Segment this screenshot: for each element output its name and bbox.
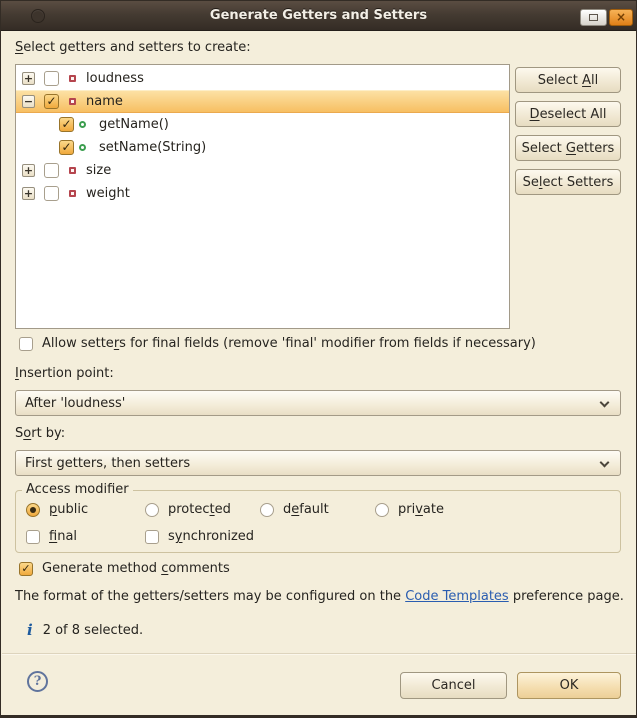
- radio-default[interactable]: default: [260, 502, 329, 517]
- insertion-point-select[interactable]: After 'loudness': [15, 390, 621, 416]
- getter-setter-tree: + loudness − ✓ name ✓ getName() ✓ setNam…: [15, 64, 510, 329]
- code-templates-link[interactable]: Code Templates: [405, 589, 509, 604]
- cancel-button[interactable]: Cancel: [400, 672, 507, 699]
- select-getters-button[interactable]: Select Getters: [515, 135, 621, 161]
- field-icon: [69, 167, 76, 174]
- check-icon: ✓: [21, 563, 30, 574]
- expand-icon[interactable]: +: [22, 187, 35, 200]
- allow-setters-label: Allow setters for final fields (remove '…: [42, 336, 536, 351]
- format-note: The format of the getters/setters may be…: [15, 589, 624, 604]
- checkbox-weight[interactable]: [44, 186, 59, 201]
- access-modifier-title: Access modifier: [22, 482, 133, 497]
- checkbox-getname[interactable]: ✓: [59, 117, 74, 132]
- method-icon: [79, 144, 86, 151]
- tree-item-label: loudness: [86, 71, 144, 86]
- close-button[interactable]: ×: [609, 9, 633, 26]
- status-row: i 2 of 8 selected.: [27, 621, 143, 639]
- tree-row-weight[interactable]: + weight: [16, 182, 509, 205]
- chevron-down-icon: [600, 458, 610, 468]
- deselect-all-button[interactable]: Deselect All: [515, 101, 621, 127]
- titlebar[interactable]: Generate Getters and Setters ×: [1, 1, 636, 31]
- help-button[interactable]: ?: [27, 671, 48, 692]
- sort-by-value: First getters, then setters: [25, 456, 190, 471]
- allow-setters-row: Allow setters for final fields (remove '…: [19, 336, 536, 351]
- sort-by-label: Sort by:: [15, 426, 65, 441]
- select-setters-button[interactable]: Select Setters: [515, 169, 621, 195]
- select-all-button[interactable]: Select All: [515, 67, 621, 93]
- window-menu-icon[interactable]: [31, 9, 45, 23]
- radio-public[interactable]: public: [26, 502, 88, 517]
- tree-item-label: name: [86, 94, 123, 109]
- question-icon: ?: [34, 674, 42, 689]
- field-icon: [69, 75, 76, 82]
- tree-row-name[interactable]: − ✓ name: [16, 90, 509, 113]
- collapse-icon[interactable]: −: [22, 95, 35, 108]
- tree-item-label: weight: [86, 186, 130, 201]
- close-icon: ×: [616, 11, 626, 23]
- ok-button[interactable]: OK: [517, 672, 621, 699]
- radio-icon[interactable]: [375, 503, 389, 517]
- allow-setters-checkbox[interactable]: [19, 337, 33, 351]
- status-text: 2 of 8 selected.: [43, 623, 143, 638]
- tree-item-label: getName(): [99, 117, 169, 132]
- sort-by-select[interactable]: First getters, then setters: [15, 450, 621, 476]
- checkbox-synchronized[interactable]: synchronized: [145, 529, 254, 544]
- checkbox-loudness[interactable]: [44, 71, 59, 86]
- check-icon: ✓: [46, 95, 56, 107]
- insertion-point-value: After 'loudness': [25, 396, 125, 411]
- checkbox-setname[interactable]: ✓: [59, 140, 74, 155]
- expand-icon[interactable]: +: [22, 72, 35, 85]
- checkbox-icon[interactable]: [26, 530, 40, 544]
- generate-comments-checkbox[interactable]: ✓: [19, 562, 33, 576]
- radio-protected[interactable]: protected: [145, 502, 231, 517]
- checkbox-icon[interactable]: [145, 530, 159, 544]
- checkbox-name[interactable]: ✓: [44, 94, 59, 109]
- tree-item-label: setName(String): [99, 140, 206, 155]
- radio-private[interactable]: private: [375, 502, 444, 517]
- generate-comments-label: Generate method comments: [42, 561, 230, 576]
- tree-row-setname[interactable]: ✓ setName(String): [16, 136, 509, 159]
- radio-dot: [30, 507, 36, 513]
- access-modifier-group: Access modifier public protected default…: [15, 490, 621, 553]
- insertion-point-label: Insertion point:: [15, 366, 114, 381]
- maximize-button[interactable]: [580, 9, 607, 26]
- field-icon: [69, 98, 76, 105]
- radio-icon[interactable]: [260, 503, 274, 517]
- button-bar-separator: [2, 653, 637, 654]
- tree-row-getname[interactable]: ✓ getName(): [16, 113, 509, 136]
- check-icon: ✓: [61, 118, 71, 130]
- window-title: Generate Getters and Setters: [210, 8, 427, 23]
- checkbox-size[interactable]: [44, 163, 59, 178]
- expand-icon[interactable]: +: [22, 164, 35, 177]
- tree-row-loudness[interactable]: + loudness: [16, 67, 509, 90]
- info-icon: i: [27, 621, 33, 639]
- check-icon: ✓: [61, 141, 71, 153]
- maximize-icon: [589, 14, 598, 21]
- generate-comments-row: ✓ Generate method comments: [19, 561, 230, 576]
- checkbox-final[interactable]: final: [26, 529, 77, 544]
- header-label: Select getters and setters to create:: [15, 40, 251, 55]
- chevron-down-icon: [600, 398, 610, 408]
- tree-row-size[interactable]: + size: [16, 159, 509, 182]
- radio-icon[interactable]: [145, 503, 159, 517]
- generate-getters-setters-dialog: Generate Getters and Setters × Select ge…: [0, 0, 637, 718]
- field-icon: [69, 190, 76, 197]
- method-icon: [79, 121, 86, 128]
- radio-icon[interactable]: [26, 503, 40, 517]
- tree-item-label: size: [86, 163, 111, 178]
